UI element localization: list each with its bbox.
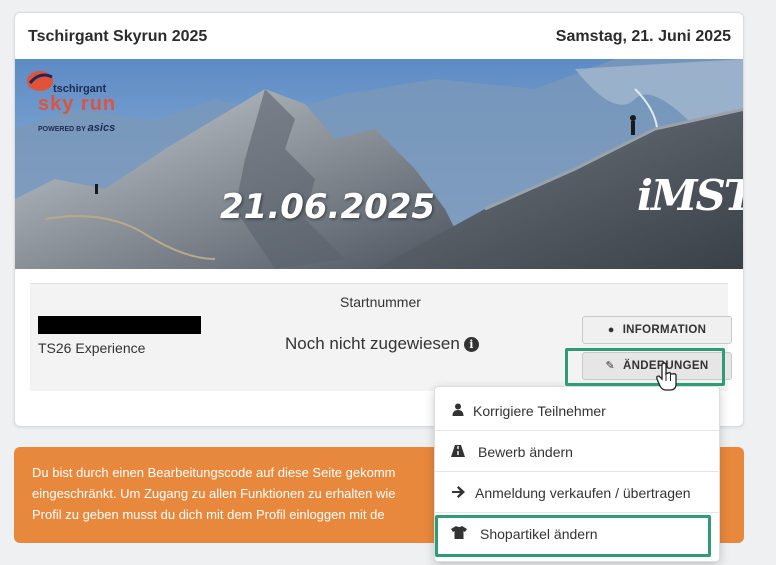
- startnumber-value: Noch nicht zugewiesen i: [285, 334, 479, 354]
- startnumber-label: Startnummer: [340, 294, 421, 310]
- skyrun-logo: tschirgant sky run POWERED BY asics: [23, 67, 128, 137]
- logo-powered-by: POWERED BY asics: [38, 122, 116, 134]
- category-label: TS26 Experience: [38, 340, 146, 356]
- logo-skyrun-text: sky run: [38, 93, 117, 115]
- user-icon: [451, 391, 465, 431]
- menu-item-change-competition[interactable]: Bewerb ändern: [435, 432, 719, 472]
- event-title: Tschirgant Skyrun 2025: [28, 28, 208, 45]
- event-date: Samstag, 21. Juni 2025: [555, 28, 731, 45]
- info-circle-icon[interactable]: i: [463, 337, 479, 352]
- menu-item-correct-participant[interactable]: Korrigiere Teilnehmer: [435, 391, 719, 431]
- arrow-right-icon: [451, 473, 465, 513]
- info-icon: ●: [607, 324, 615, 336]
- skyrun-swoosh-icon: [27, 71, 53, 91]
- hand-cursor-icon: [656, 362, 677, 391]
- road-icon: [451, 432, 465, 472]
- banner-date: 21.06.2025: [220, 187, 436, 227]
- redacted-name: [38, 316, 201, 334]
- information-button[interactable]: ● INFORMATION: [582, 316, 732, 344]
- imst-logo: iMST: [637, 171, 744, 220]
- highlight-changes-button: [565, 348, 725, 386]
- event-banner: tschirgant sky run POWERED BY asics 21.0…: [15, 59, 744, 269]
- highlight-shop-articles-item: [435, 515, 711, 557]
- menu-item-sell-transfer[interactable]: Anmeldung verkaufen / übertragen: [435, 473, 719, 513]
